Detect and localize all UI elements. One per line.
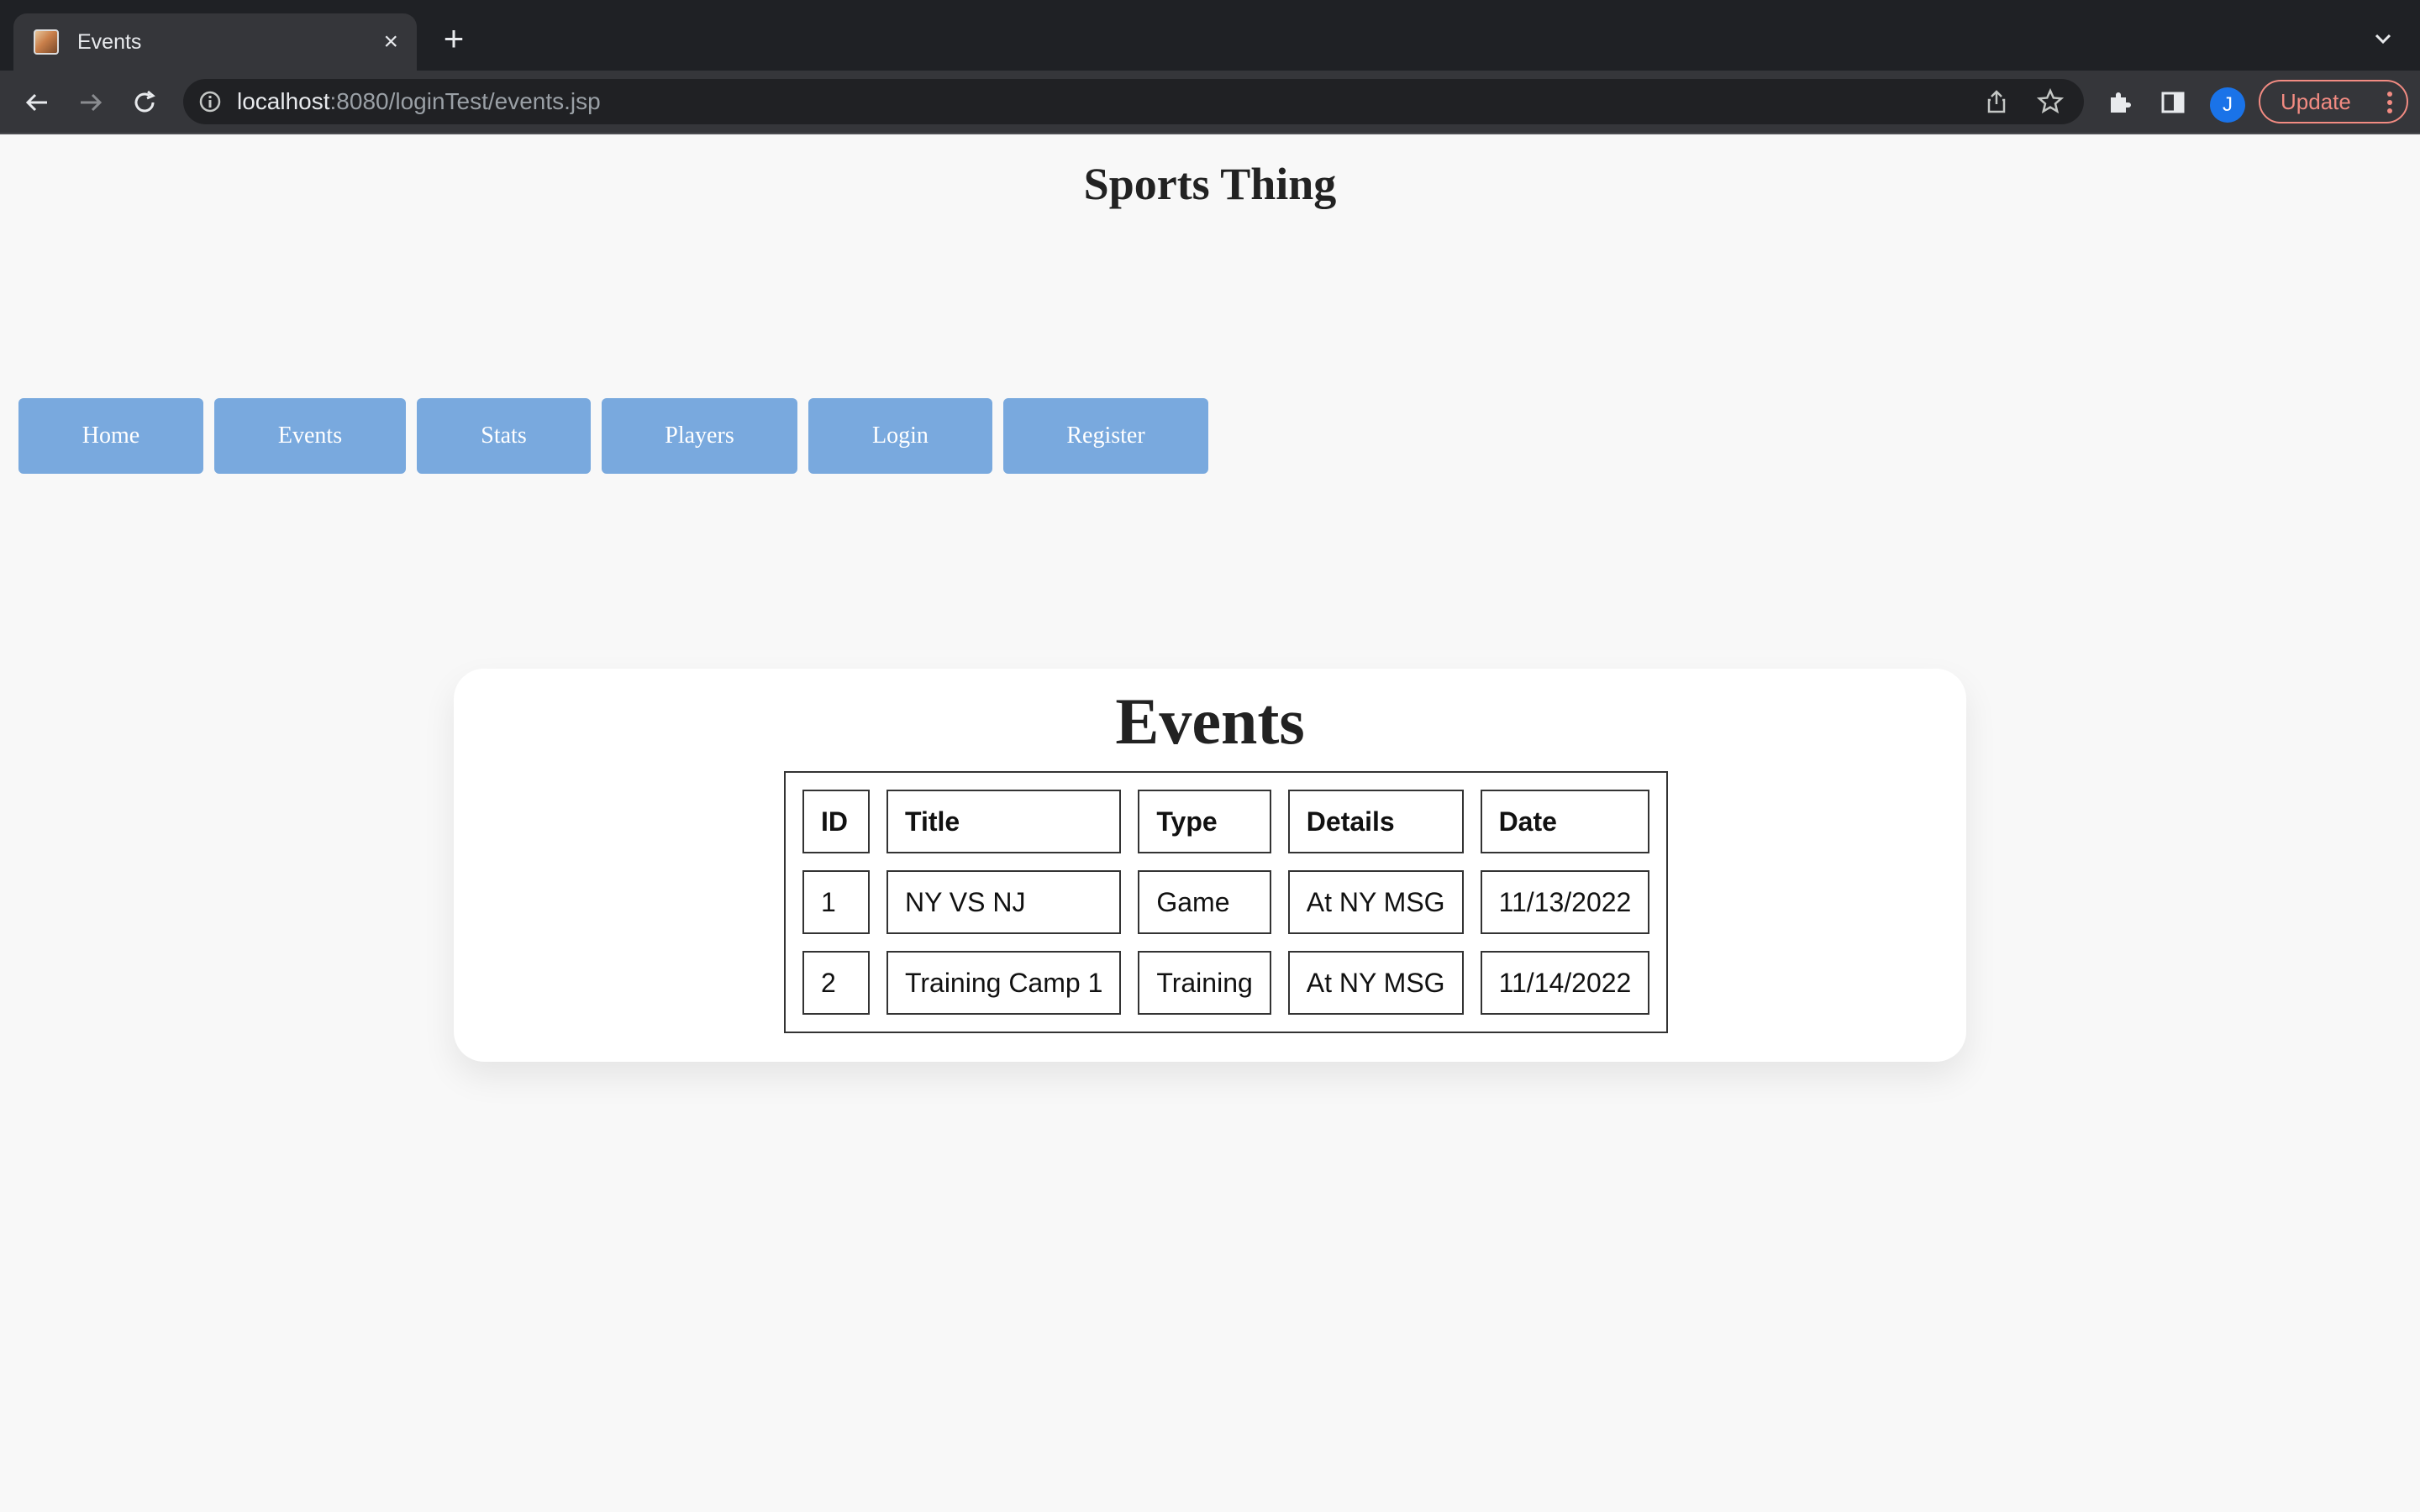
new-tab-icon[interactable]: +: [437, 21, 471, 56]
events-table: ID Title Type Details Date 1 NY VS NJ Ga…: [784, 771, 1669, 1033]
events-heading: Events: [1115, 685, 1305, 758]
cell-id: 2: [802, 951, 870, 1015]
nav-players-button[interactable]: Players: [602, 398, 797, 474]
chevron-down-icon[interactable]: [2366, 22, 2400, 55]
tab-strip: Events × +: [0, 0, 2420, 71]
profile-avatar[interactable]: J: [2210, 87, 2245, 123]
nav-stats-button[interactable]: Stats: [417, 398, 591, 474]
site-title: Sports Thing: [1083, 159, 1337, 209]
table-row: 2 Training Camp 1 Training At NY MSG 11/…: [802, 951, 1650, 1015]
browser-tab[interactable]: Events ×: [13, 13, 417, 71]
cell-title: Training Camp 1: [886, 951, 1122, 1015]
address-bar[interactable]: localhost:8080/loginTest/events.jsp: [183, 79, 2084, 124]
cell-details: At NY MSG: [1287, 951, 1464, 1015]
cell-id: 1: [802, 870, 870, 934]
browser-toolbar: localhost:8080/loginTest/events.jsp J Up…: [0, 71, 2420, 134]
reload-icon[interactable]: [128, 86, 161, 119]
update-button[interactable]: Update: [2259, 80, 2408, 123]
close-icon[interactable]: ×: [383, 29, 398, 55]
cell-date: 11/13/2022: [1480, 870, 1650, 934]
column-header-details: Details: [1287, 790, 1464, 853]
cell-title: NY VS NJ: [886, 870, 1122, 934]
column-header-type: Type: [1138, 790, 1271, 853]
cell-type: Training: [1138, 951, 1271, 1015]
side-panel-icon[interactable]: [2156, 86, 2190, 119]
star-icon[interactable]: [2033, 85, 2067, 118]
info-icon[interactable]: [198, 90, 222, 113]
update-label: Update: [2281, 88, 2351, 114]
column-header-date: Date: [1480, 790, 1650, 853]
favicon-icon: [34, 29, 59, 55]
table-header-row: ID Title Type Details Date: [802, 790, 1650, 853]
extensions-icon[interactable]: [2102, 86, 2136, 119]
tab-title: Events: [77, 29, 142, 54]
more-icon[interactable]: [2385, 90, 2395, 121]
cell-type: Game: [1138, 870, 1271, 934]
cell-details: At NY MSG: [1287, 870, 1464, 934]
column-header-id: ID: [802, 790, 870, 853]
url-host: localhost: [237, 88, 330, 114]
table-row: 1 NY VS NJ Game At NY MSG 11/13/2022: [802, 870, 1650, 934]
nav-register-button[interactable]: Register: [1003, 398, 1208, 474]
url-path: :8080/loginTest/events.jsp: [329, 88, 601, 114]
cell-date: 11/14/2022: [1480, 951, 1650, 1015]
nav-events-button[interactable]: Events: [214, 398, 406, 474]
column-header-title: Title: [886, 790, 1122, 853]
forward-icon[interactable]: [74, 86, 108, 119]
share-icon[interactable]: [1980, 85, 2013, 118]
main-nav: Home Events Stats Players Login Register: [18, 398, 1208, 474]
nav-home-button[interactable]: Home: [18, 398, 203, 474]
nav-login-button[interactable]: Login: [808, 398, 992, 474]
back-icon[interactable]: [20, 86, 54, 119]
